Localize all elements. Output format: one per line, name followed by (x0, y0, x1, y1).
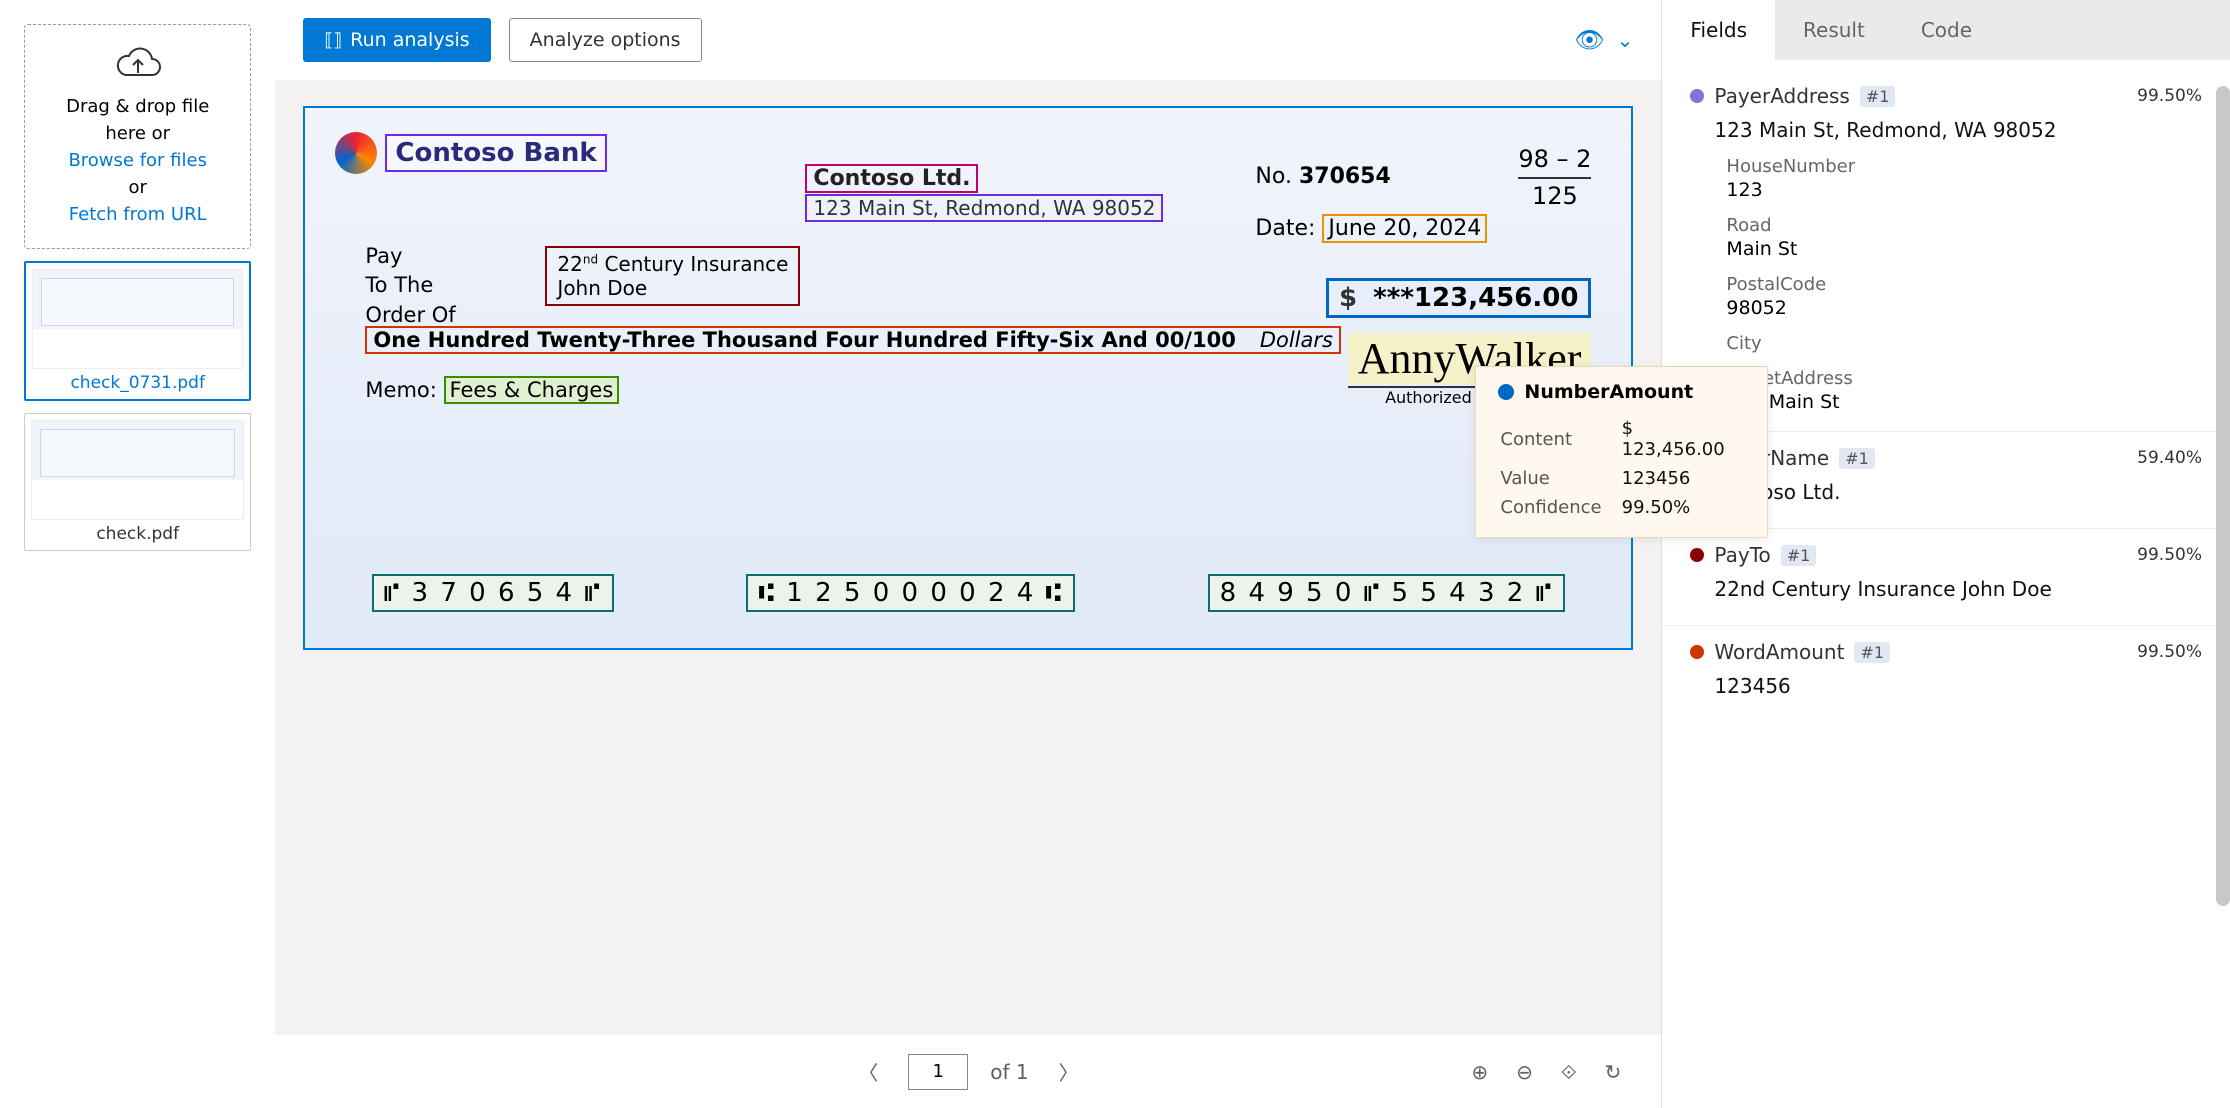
pay-to-field[interactable]: 22nd Century Insurance John Doe (545, 246, 800, 306)
check-date: Date: June 20, 2024 (1255, 216, 1487, 241)
fit-icon[interactable]: ⟐ (1561, 1060, 1577, 1084)
field-dot-icon (1690, 548, 1704, 562)
bank-name-field[interactable]: Contoso Bank (385, 134, 606, 172)
field-dot-icon (1690, 645, 1704, 659)
field-dot-icon (1690, 89, 1704, 103)
thumbnail-sample[interactable]: Sample check.pdf (24, 413, 251, 551)
confidence-value: 99.50% (2137, 545, 2202, 565)
memo-field[interactable]: Fees & Charges (444, 376, 620, 404)
payer-name-field[interactable]: Contoso Ltd. (805, 164, 978, 193)
thumbnail-preview (31, 420, 244, 520)
field-name: WordAmount (1714, 640, 1844, 664)
fields-list[interactable]: PayerAddress #1 99.50% 123 Main St, Redmond… (1662, 60, 2230, 1108)
number-amount-field[interactable]: $***123,456.00 (1326, 278, 1591, 318)
panel-tabs: Fields Result Code (1662, 0, 2230, 60)
dropzone-text: Drag & drop file (35, 93, 240, 120)
results-panel: Fields Result Code PayerAddress #1 99.50% 1… (1661, 0, 2230, 1108)
thumbnail-filename: check_0731.pdf (32, 373, 243, 393)
bank-routing-fraction: 98 – 2125 (1518, 144, 1591, 212)
occurrence-chip: #1 (1860, 86, 1896, 107)
zoom-out-icon[interactable]: ⊖ (1516, 1060, 1533, 1084)
field-item[interactable]: WordAmount #1 99.50% 123456 (1662, 625, 2230, 722)
subfield: HouseNumber123 (1726, 156, 2202, 201)
micr-check-no[interactable]: ⑈ 3 7 0 6 5 4 ⑈ (372, 574, 614, 612)
memo: Memo: Fees & Charges (365, 378, 619, 402)
tooltip-title: NumberAmount (1524, 381, 1693, 403)
occurrence-chip: #1 (1781, 545, 1817, 566)
subfield: PostalCode98052 (1726, 274, 2202, 319)
tab-fields[interactable]: Fields (1662, 0, 1775, 60)
field-name: PayTo (1714, 543, 1770, 567)
check-number: No. 370654 (1255, 164, 1390, 189)
confidence-value: 99.50% (2137, 642, 2202, 662)
confidence-value: 99.50% (2137, 86, 2202, 106)
field-dot-icon (1498, 384, 1514, 400)
field-content: Contoso Ltd. (1714, 480, 2202, 504)
page-total: of 1 (990, 1060, 1028, 1084)
tab-code[interactable]: Code (1893, 0, 2000, 60)
field-content: 123 Main St, Redmond, WA 98052 (1714, 118, 2202, 142)
browse-files-link[interactable]: Browse for files (35, 147, 240, 174)
analyze-options-button[interactable]: Analyze options (509, 18, 702, 62)
date-field[interactable]: June 20, 2024 (1322, 214, 1487, 243)
word-amount-field[interactable]: One Hundred Twenty-Three Thousand Four H… (365, 326, 1341, 354)
toolbar: ⟦⟧ Run analysis Analyze options 👁 ⌄ (275, 0, 1661, 80)
run-analysis-button[interactable]: ⟦⟧ Run analysis (303, 18, 490, 62)
next-page-button[interactable]: 〉 (1051, 1053, 1087, 1090)
subfield: City (1726, 333, 2202, 354)
chevron-down-icon[interactable]: ⌄ (1617, 28, 1634, 52)
page-input[interactable] (908, 1054, 968, 1090)
thumbnail-preview (32, 269, 243, 369)
analysis-icon: ⟦⟧ (324, 30, 342, 51)
rotate-icon[interactable]: ↻ (1605, 1060, 1622, 1084)
bank-logo-icon (335, 132, 377, 174)
file-sidebar: Drag & drop file here or Browse for file… (0, 0, 275, 1108)
check-document[interactable]: Contoso Bank Contoso Ltd. 123 Main St, R… (303, 106, 1633, 650)
cloud-upload-icon (114, 45, 162, 83)
visibility-icon[interactable]: 👁 (1574, 26, 1604, 54)
micr-line: ⑈ 3 7 0 6 5 4 ⑈ ⑆ 1 2 5 0 0 0 0 2 4 ⑆ 8 … (305, 574, 1631, 612)
prev-page-button[interactable]: 〈 (850, 1053, 886, 1090)
thumbnail-filename: check.pdf (31, 524, 244, 544)
field-content: 123456 (1714, 674, 2202, 698)
fetch-url-link[interactable]: Fetch from URL (35, 201, 240, 228)
zoom-in-icon[interactable]: ⊕ (1471, 1060, 1488, 1084)
pay-to-label: Pay To The Order Of (365, 242, 455, 330)
dropzone[interactable]: Drag & drop file here or Browse for file… (24, 24, 251, 249)
scrollbar[interactable] (2216, 86, 2230, 906)
occurrence-chip: #1 (1839, 448, 1875, 469)
thumbnail-selected[interactable]: check_0731.pdf (24, 261, 251, 401)
field-item[interactable]: PayTo #1 99.50% 22nd Century Insurance John… (1662, 528, 2230, 625)
payer-address-field[interactable]: 123 Main St, Redmond, WA 98052 (805, 194, 1163, 222)
occurrence-chip: #1 (1854, 642, 1890, 663)
field-name: PayerAddress (1714, 84, 1849, 108)
micr-account[interactable]: 8 4 9 5 0 ⑈ 5 5 4 3 2 ⑈ (1208, 574, 1566, 612)
field-tooltip: NumberAmount Content$ 123,456.00 Value12… (1475, 366, 1767, 538)
micr-routing[interactable]: ⑆ 1 2 5 0 0 0 0 2 4 ⑆ (746, 574, 1075, 612)
main-canvas: ⟦⟧ Run analysis Analyze options 👁 ⌄ Cont… (275, 0, 1661, 1108)
subfield: RoadMain St (1726, 215, 2202, 260)
confidence-value: 59.40% (2137, 448, 2202, 468)
field-content: 22nd Century Insurance John Doe (1714, 577, 2202, 601)
subfield: StreetAddress123 Main St (1726, 368, 2202, 413)
canvas-pager: 〈 of 1 〉 ⊕ ⊖ ⟐ ↻ (275, 1035, 1661, 1108)
tab-result[interactable]: Result (1775, 0, 1893, 60)
